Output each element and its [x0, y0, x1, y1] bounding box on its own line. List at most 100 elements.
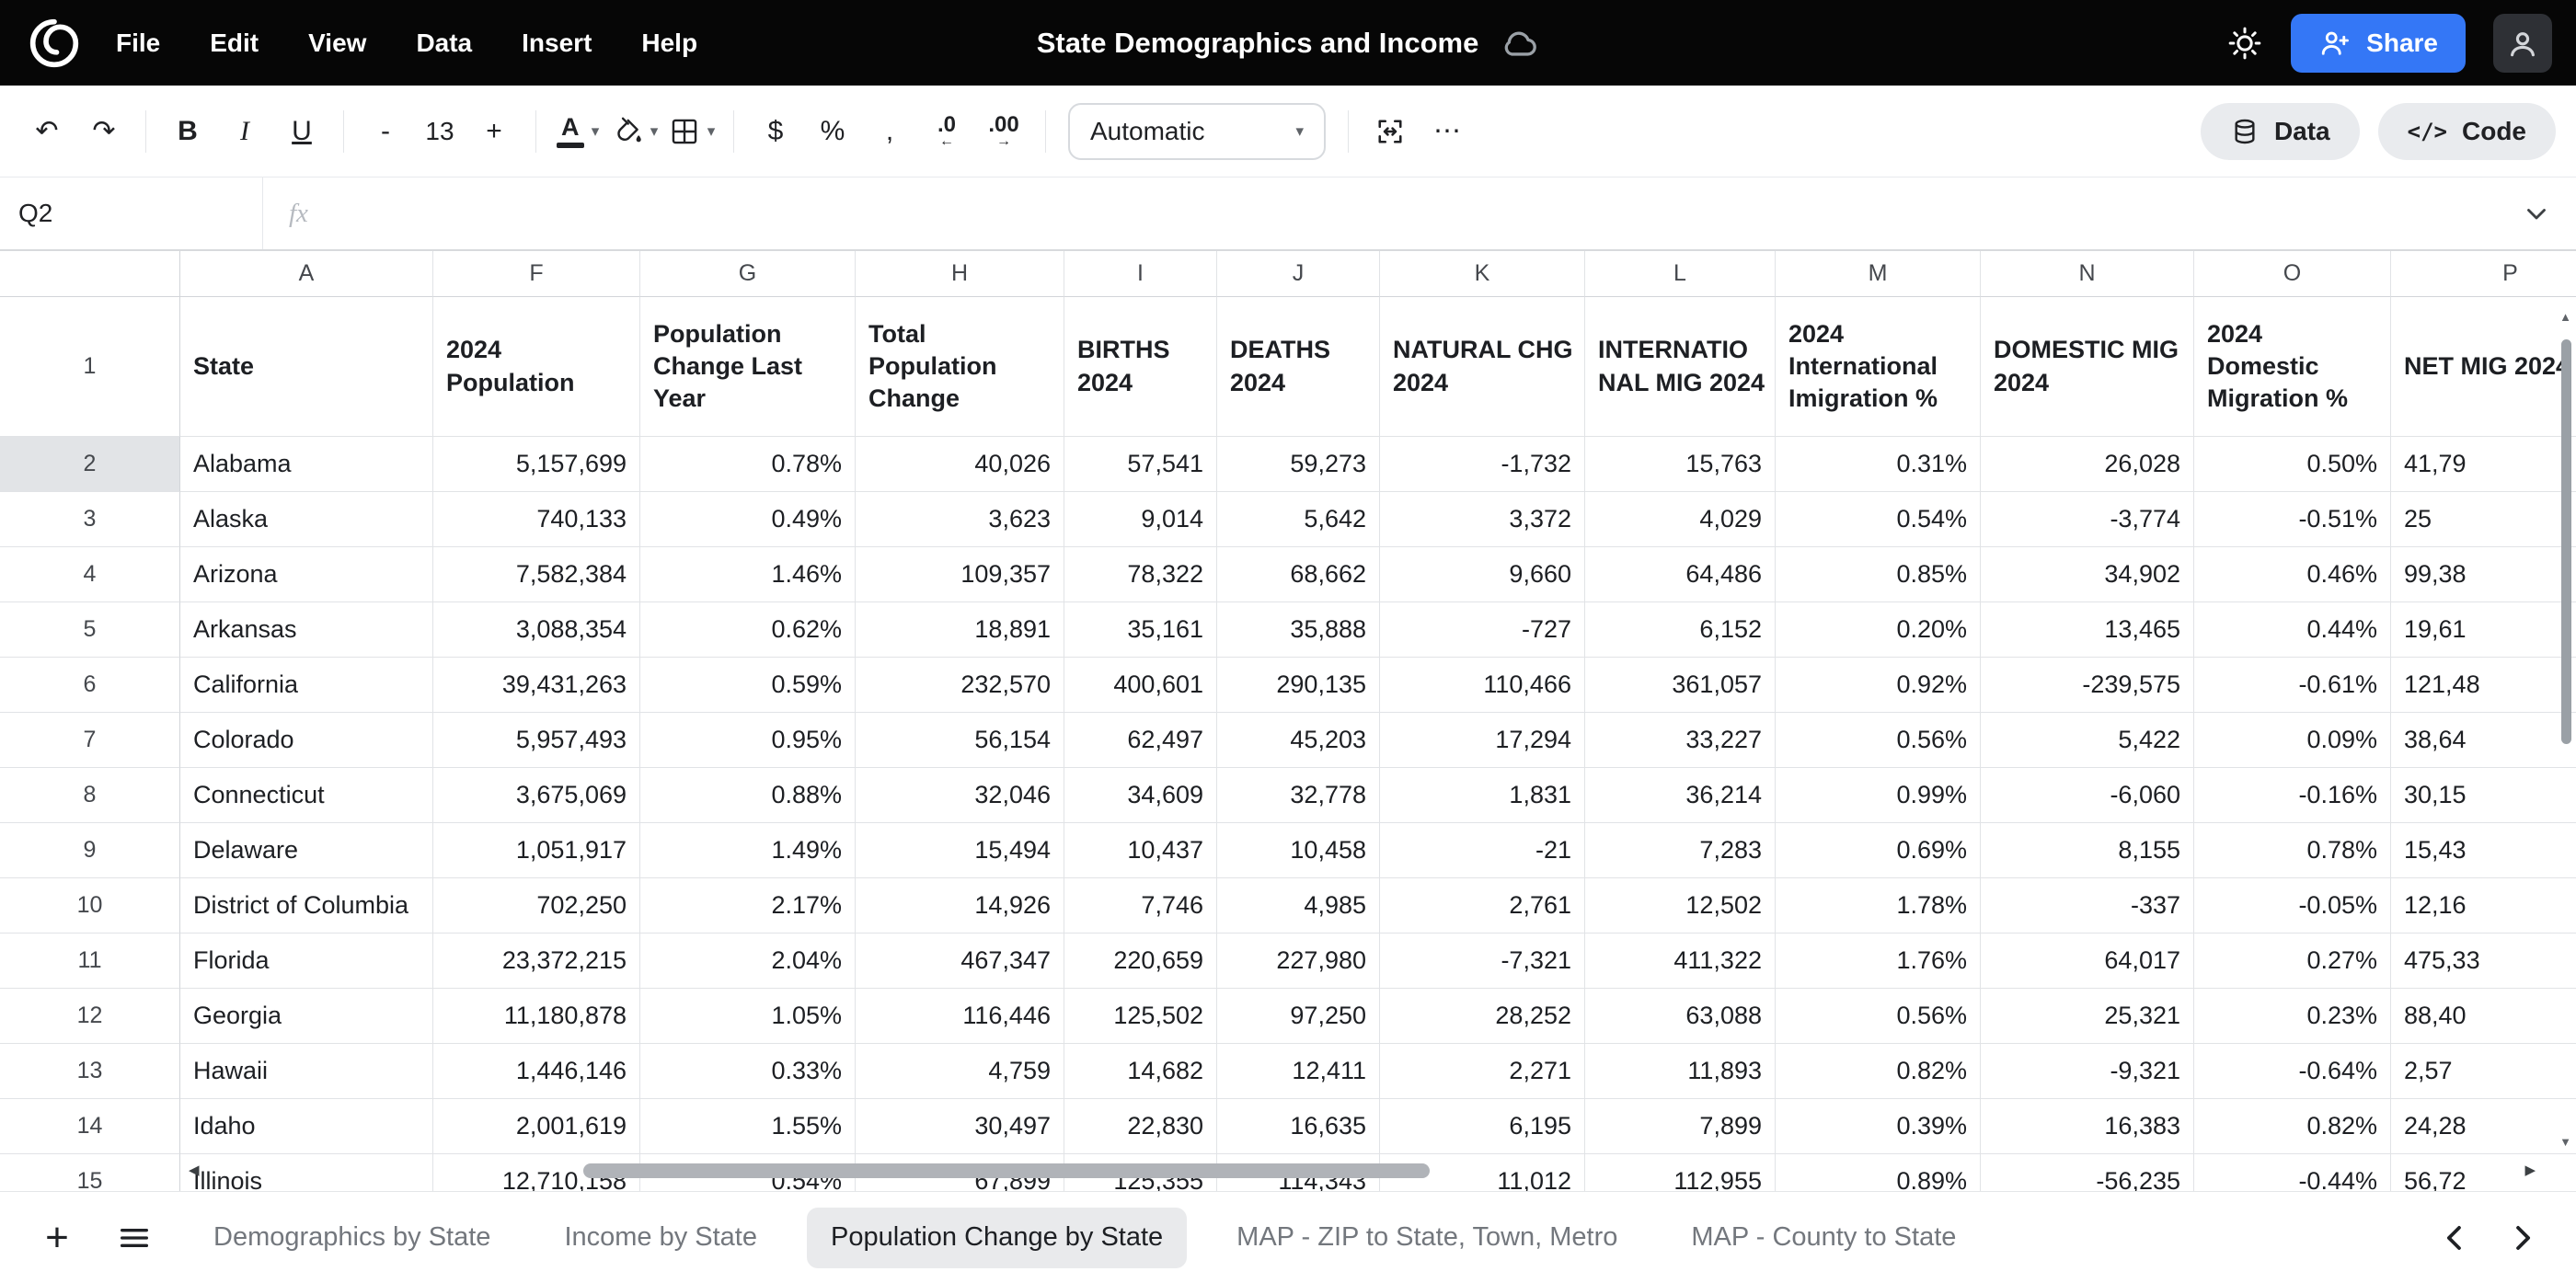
- column-header-m[interactable]: M: [1776, 251, 1981, 297]
- font-size-decrease-button[interactable]: -: [359, 103, 412, 160]
- cell-H3[interactable]: 3,623: [856, 492, 1064, 547]
- tabs-scroll-left-button[interactable]: [2438, 1220, 2473, 1255]
- cell-H4[interactable]: 109,357: [856, 547, 1064, 602]
- cell-J6[interactable]: 290,135: [1217, 658, 1380, 713]
- row-header-12[interactable]: 12: [0, 989, 180, 1044]
- cell-L2[interactable]: 15,763: [1585, 437, 1776, 492]
- cell-A12[interactable]: Georgia: [180, 989, 433, 1044]
- cell-A4[interactable]: Arizona: [180, 547, 433, 602]
- cell-A15[interactable]: Illinois: [180, 1154, 433, 1191]
- cell-K1[interactable]: NATURAL CHG 2024: [1380, 297, 1585, 437]
- cell-O4[interactable]: 0.46%: [2194, 547, 2391, 602]
- menu-item-file[interactable]: File: [116, 29, 160, 58]
- tab-demographics-by-state[interactable]: Demographics by State: [190, 1208, 514, 1268]
- cell-L5[interactable]: 6,152: [1585, 602, 1776, 658]
- horizontal-scrollbar-thumb[interactable]: [583, 1163, 1430, 1178]
- cell-P6[interactable]: 121,48: [2391, 658, 2576, 713]
- cell-A13[interactable]: Hawaii: [180, 1044, 433, 1099]
- column-header-k[interactable]: K: [1380, 251, 1585, 297]
- more-options-button[interactable]: ⋯: [1420, 103, 1474, 160]
- scroll-down-button[interactable]: ▼: [2559, 1135, 2571, 1149]
- cell-H9[interactable]: 15,494: [856, 823, 1064, 878]
- row-header-13[interactable]: 13: [0, 1044, 180, 1099]
- cell-P7[interactable]: 38,64: [2391, 713, 2576, 768]
- cell-K14[interactable]: 6,195: [1380, 1099, 1585, 1154]
- cell-M14[interactable]: 0.39%: [1776, 1099, 1981, 1154]
- cell-A7[interactable]: Colorado: [180, 713, 433, 768]
- cell-G10[interactable]: 2.17%: [640, 878, 856, 934]
- column-header-l[interactable]: L: [1585, 251, 1776, 297]
- data-panel-button[interactable]: Data: [2201, 103, 2360, 160]
- row-header-8[interactable]: 8: [0, 768, 180, 823]
- cell-J3[interactable]: 5,642: [1217, 492, 1380, 547]
- column-header-i[interactable]: I: [1064, 251, 1217, 297]
- cell-J13[interactable]: 12,411: [1217, 1044, 1380, 1099]
- cell-N2[interactable]: 26,028: [1981, 437, 2194, 492]
- scroll-up-button[interactable]: ▲: [2559, 310, 2571, 324]
- cell-I8[interactable]: 34,609: [1064, 768, 1217, 823]
- cell-A6[interactable]: California: [180, 658, 433, 713]
- row-header-6[interactable]: 6: [0, 658, 180, 713]
- cell-J7[interactable]: 45,203: [1217, 713, 1380, 768]
- tabs-scroll-right-button[interactable]: [2504, 1220, 2539, 1255]
- column-header-o[interactable]: O: [2194, 251, 2391, 297]
- menu-item-help[interactable]: Help: [641, 29, 697, 58]
- row-header-10[interactable]: 10: [0, 878, 180, 934]
- cell-J8[interactable]: 32,778: [1217, 768, 1380, 823]
- cell-I2[interactable]: 57,541: [1064, 437, 1217, 492]
- row-header-14[interactable]: 14: [0, 1099, 180, 1154]
- row-header-5[interactable]: 5: [0, 602, 180, 658]
- cell-H5[interactable]: 18,891: [856, 602, 1064, 658]
- cell-G13[interactable]: 0.33%: [640, 1044, 856, 1099]
- cell-J5[interactable]: 35,888: [1217, 602, 1380, 658]
- cell-M2[interactable]: 0.31%: [1776, 437, 1981, 492]
- cell-A2[interactable]: Alabama: [180, 437, 433, 492]
- cell-K3[interactable]: 3,372: [1380, 492, 1585, 547]
- row-header-11[interactable]: 11: [0, 934, 180, 989]
- cell-F4[interactable]: 7,582,384: [433, 547, 640, 602]
- cell-J14[interactable]: 16,635: [1217, 1099, 1380, 1154]
- cell-M6[interactable]: 0.92%: [1776, 658, 1981, 713]
- cell-O11[interactable]: 0.27%: [2194, 934, 2391, 989]
- cell-N14[interactable]: 16,383: [1981, 1099, 2194, 1154]
- cell-M4[interactable]: 0.85%: [1776, 547, 1981, 602]
- cell-L14[interactable]: 7,899: [1585, 1099, 1776, 1154]
- redo-button[interactable]: ↷: [77, 103, 131, 160]
- cell-P5[interactable]: 19,61: [2391, 602, 2576, 658]
- cell-I7[interactable]: 62,497: [1064, 713, 1217, 768]
- cell-L11[interactable]: 411,322: [1585, 934, 1776, 989]
- cell-P15[interactable]: 56,72: [2391, 1154, 2576, 1191]
- font-size-value[interactable]: 13: [416, 117, 464, 146]
- cell-F11[interactable]: 23,372,215: [433, 934, 640, 989]
- cell-L15[interactable]: 112,955: [1585, 1154, 1776, 1191]
- cell-G5[interactable]: 0.62%: [640, 602, 856, 658]
- cell-A8[interactable]: Connecticut: [180, 768, 433, 823]
- cell-O9[interactable]: 0.78%: [2194, 823, 2391, 878]
- cell-G6[interactable]: 0.59%: [640, 658, 856, 713]
- cell-N5[interactable]: 13,465: [1981, 602, 2194, 658]
- row-header-2[interactable]: 2: [0, 437, 180, 492]
- cell-I5[interactable]: 35,161: [1064, 602, 1217, 658]
- cell-G8[interactable]: 0.88%: [640, 768, 856, 823]
- cell-L12[interactable]: 63,088: [1585, 989, 1776, 1044]
- profile-button[interactable]: [2493, 14, 2552, 73]
- select-all-corner[interactable]: [0, 251, 180, 297]
- cell-G9[interactable]: 1.49%: [640, 823, 856, 878]
- cell-P8[interactable]: 30,15: [2391, 768, 2576, 823]
- cell-O1[interactable]: 2024 Domestic Migration %: [2194, 297, 2391, 437]
- cell-F14[interactable]: 2,001,619: [433, 1099, 640, 1154]
- cell-H11[interactable]: 467,347: [856, 934, 1064, 989]
- comma-format-button[interactable]: ,: [863, 103, 916, 160]
- cell-N4[interactable]: 34,902: [1981, 547, 2194, 602]
- cell-I1[interactable]: BIRTHS 2024: [1064, 297, 1217, 437]
- cell-M8[interactable]: 0.99%: [1776, 768, 1981, 823]
- app-logo[interactable]: [24, 13, 85, 74]
- cell-H13[interactable]: 4,759: [856, 1044, 1064, 1099]
- cell-K7[interactable]: 17,294: [1380, 713, 1585, 768]
- column-header-n[interactable]: N: [1981, 251, 2194, 297]
- cell-O13[interactable]: -0.64%: [2194, 1044, 2391, 1099]
- cell-F2[interactable]: 5,157,699: [433, 437, 640, 492]
- text-color-button[interactable]: A ▾: [551, 103, 604, 160]
- cell-I4[interactable]: 78,322: [1064, 547, 1217, 602]
- cell-F7[interactable]: 5,957,493: [433, 713, 640, 768]
